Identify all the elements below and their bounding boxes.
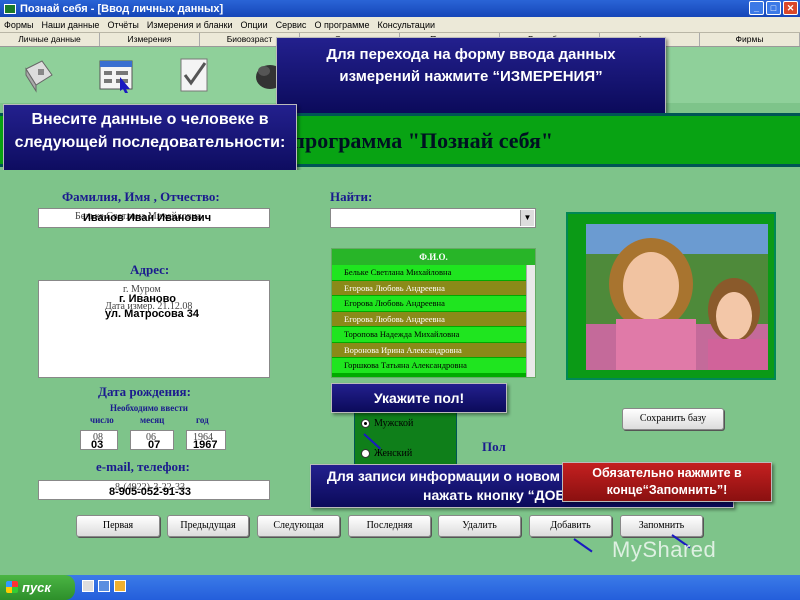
phone-value: 8-905-052-91-33 — [109, 486, 191, 498]
grid-header: Ф.И.О. — [332, 249, 535, 265]
chevron-down-icon[interactable]: ▼ — [520, 210, 534, 226]
fio-label: Фамилия, Имя , Отчество: — [62, 189, 220, 204]
callout-remember-hint: Обязательно нажмите в конце“Запомнить”! — [562, 462, 772, 502]
tab-measurements[interactable]: Измерения — [100, 33, 200, 46]
table-row[interactable]: Егорова Любовь Андреевна — [332, 311, 535, 327]
table-row[interactable]: Бельке Светлана Михайловна — [332, 265, 535, 281]
search-label: Найти: — [330, 189, 373, 204]
close-button[interactable]: ✕ — [783, 1, 798, 15]
menu-item-service[interactable]: Сервис — [276, 20, 307, 30]
people-grid[interactable]: Ф.И.О. Бельке Светлана Михайловна Егоров… — [331, 248, 536, 378]
gender-male-radio[interactable] — [361, 419, 370, 428]
table-row[interactable]: Егорова Любовь Андреевна — [332, 280, 535, 296]
address-line1: г. Иваново — [119, 293, 176, 305]
menu-item-our-data[interactable]: Наши данные — [42, 20, 100, 30]
birth-col-year: год — [196, 415, 209, 425]
watermark: MyShared — [612, 537, 717, 562]
last-button[interactable]: Последняя — [348, 515, 431, 537]
callout-input-order-hint: Внесите данные о человеке в следующей по… — [3, 104, 297, 180]
next-button[interactable]: Следующая — [257, 515, 340, 537]
birth-month-input[interactable]: 06 07 — [130, 430, 174, 451]
address-line2: ул. Матросова 34 — [105, 308, 200, 320]
menu-item-measurements[interactable]: Измерения и бланки — [147, 20, 233, 30]
quicklaunch-desktop-icon[interactable] — [82, 580, 94, 592]
quicklaunch-folder-icon[interactable] — [114, 580, 126, 592]
window-title: Познай себя - [Ввод личных данных] — [20, 2, 224, 15]
birth-month-value: 07 — [148, 439, 161, 451]
menu-item-reports[interactable]: Отчёты — [107, 20, 138, 30]
add-button[interactable]: Добавить — [529, 515, 612, 537]
minimize-button[interactable]: _ — [749, 1, 764, 15]
fio-input[interactable]: Бельке Светлана Михайловна Иванов Иван И… — [38, 208, 270, 228]
birth-day-input[interactable]: 08 03 — [80, 430, 118, 451]
gender-female-label: Женский — [374, 448, 413, 459]
menu-item-consult[interactable]: Консультации — [378, 20, 436, 30]
table-row[interactable]: Воронова Ирина Александровна — [332, 342, 535, 358]
taskbar: пуск — [0, 575, 800, 600]
menu-bar: Формы Наши данные Отчёты Измерения и бла… — [0, 17, 800, 33]
birth-day-value: 03 — [91, 439, 104, 451]
checklist-icon[interactable] — [175, 55, 215, 95]
email-phone-label: e-mail, телефон: — [96, 459, 190, 474]
birth-year-value: 1967 — [193, 439, 218, 451]
menu-item-forms[interactable]: Формы — [4, 20, 34, 30]
previous-button[interactable]: Предыдущая — [167, 515, 249, 537]
birth-year-input[interactable]: 1964 1967 — [186, 430, 226, 451]
window-titlebar: Познай себя - [Ввод личных данных] _ □ ✕ — [0, 0, 800, 17]
measurements-form-icon[interactable] — [96, 55, 136, 95]
gender-female-radio[interactable] — [361, 449, 370, 458]
start-label: пуск — [22, 580, 51, 595]
callout-gender-hint: Укажите пол! — [331, 383, 507, 413]
maximize-button[interactable]: □ — [766, 1, 781, 15]
birthdate-label: Дата рождения: — [98, 384, 191, 399]
person-photo — [586, 224, 768, 370]
birthdate-hint: Необходимо ввести — [110, 403, 188, 413]
quicklaunch-app-icon[interactable] — [98, 580, 110, 592]
address-textarea[interactable]: г. Муром Дата измер. 21.12.08 г. Иваново… — [38, 280, 270, 378]
birth-col-day: число — [90, 415, 114, 425]
gender-male-label: Мужской — [374, 418, 414, 429]
gender-label: Пол — [482, 439, 506, 454]
remember-button[interactable]: Запомнить — [620, 515, 703, 537]
callout-measurements-hint: Для перехода на форму ввода данных измер… — [276, 37, 666, 115]
table-row[interactable]: Торопова Надежда Михайловна — [332, 327, 535, 343]
windows-logo-icon — [6, 581, 18, 593]
start-button[interactable]: пуск — [0, 575, 75, 600]
fio-value: Иванов Иван Иванович — [83, 212, 212, 224]
first-button[interactable]: Первая — [76, 515, 160, 537]
table-row[interactable]: Егорова Любовь Андреевна — [332, 296, 535, 312]
grid-scrollbar[interactable] — [526, 265, 535, 377]
tab-personal-data[interactable]: Личные данные — [0, 33, 100, 46]
menu-item-about[interactable]: О программе — [314, 20, 369, 30]
birth-col-month: месяц — [140, 415, 165, 425]
address-label: Адрес: — [130, 262, 170, 277]
menu-item-options[interactable]: Опции — [241, 20, 268, 30]
eraser-icon[interactable] — [18, 55, 58, 95]
tab-firms[interactable]: Фирмы — [700, 33, 800, 46]
search-combobox[interactable]: ▼ — [330, 208, 536, 228]
photo-frame — [566, 212, 776, 380]
app-icon — [4, 3, 16, 14]
phone-input[interactable]: 8-(4922)-3-22-33 8-905-052-91-33 — [38, 480, 270, 500]
table-row[interactable]: Горшкова Татьяна Александровна — [332, 358, 535, 374]
delete-button[interactable]: Удалить — [438, 515, 521, 537]
save-database-button[interactable]: Сохранить базу — [622, 408, 724, 430]
